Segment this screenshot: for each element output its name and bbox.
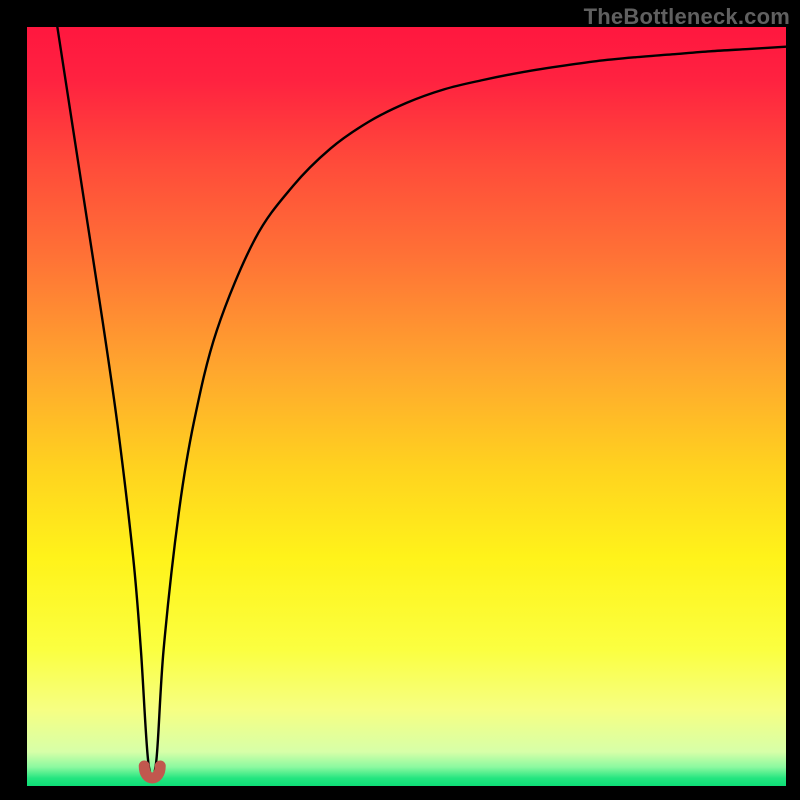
watermark-label: TheBottleneck.com	[584, 4, 790, 30]
plot-area	[27, 27, 786, 786]
bottleneck-chart	[0, 0, 800, 800]
